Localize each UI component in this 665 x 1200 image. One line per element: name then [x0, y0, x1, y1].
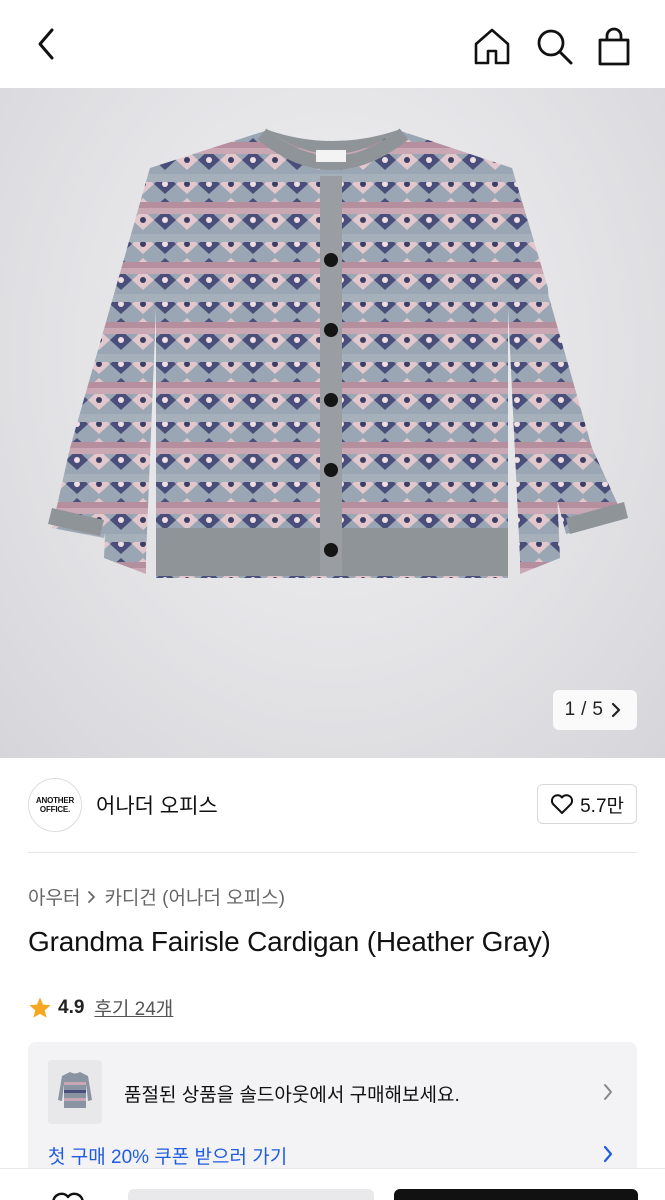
- heart-outline-icon: [551, 794, 574, 814]
- product-image-cardigan: [48, 128, 628, 578]
- chevron-right-icon: [604, 1084, 612, 1100]
- breadcrumb-subcategory[interactable]: 카디건 (어나더 오피스): [104, 883, 285, 910]
- pager-total: 5: [592, 699, 603, 720]
- promo-thumbnail: [48, 1060, 102, 1124]
- coupon-link[interactable]: 첫 구매 20% 쿠폰 받으러 가기: [48, 1142, 287, 1169]
- primary-action-button[interactable]: [394, 1189, 638, 1200]
- search-button[interactable]: [530, 22, 578, 70]
- brand-row: ANOTHER OFFICE. 어나더 오피스 5.7만: [0, 758, 665, 854]
- search-icon: [537, 29, 573, 65]
- rating-score: 4.9: [58, 996, 85, 1018]
- chevron-right-icon: [603, 1145, 613, 1163]
- reviews-link[interactable]: 후기 24개: [94, 994, 173, 1021]
- breadcrumb: 아우터 카디건 (어나더 오피스): [28, 883, 285, 910]
- cart-button[interactable]: [590, 22, 638, 70]
- home-button[interactable]: [468, 22, 516, 70]
- like-count: 5.7만: [580, 795, 624, 817]
- breadcrumb-category[interactable]: 아우터: [28, 883, 80, 910]
- shopping-bag-icon: [598, 27, 630, 66]
- product-title: Grandma Fairisle Cardigan (Heather Gray): [28, 926, 551, 957]
- product-rating: 4.9 후기 24개: [28, 994, 173, 1021]
- secondary-action-button[interactable]: [128, 1189, 374, 1200]
- promo-thumbnail-image: [48, 1060, 102, 1124]
- pager-current: 1: [564, 699, 576, 720]
- heart-outline-icon[interactable]: [50, 1189, 86, 1200]
- top-nav-bar: [0, 0, 665, 88]
- chevron-right-icon: [611, 702, 621, 718]
- chevron-left-icon: [38, 28, 54, 60]
- brand-logo-line2: OFFICE.: [39, 805, 71, 814]
- promo-text: 품절된 상품을 솔드아웃에서 구매해보세요.: [124, 1085, 460, 1106]
- brand-name[interactable]: 어나더 오피스: [96, 790, 218, 820]
- brand-logo[interactable]: ANOTHER OFFICE.: [28, 778, 82, 832]
- bottom-action-bar: [0, 1168, 665, 1200]
- product-image-gallery[interactable]: 1 / 5: [0, 88, 665, 758]
- home-icon: [474, 28, 510, 65]
- star-icon: [29, 997, 51, 1018]
- brand-logo-line1: ANOTHER: [35, 796, 75, 805]
- divider: [28, 852, 637, 853]
- brand-like-button[interactable]: 5.7만: [537, 784, 637, 824]
- chevron-right-icon: [88, 890, 96, 903]
- back-button[interactable]: [24, 22, 68, 66]
- pager-separator: /: [581, 699, 587, 720]
- gallery-pager[interactable]: 1 / 5: [552, 690, 637, 730]
